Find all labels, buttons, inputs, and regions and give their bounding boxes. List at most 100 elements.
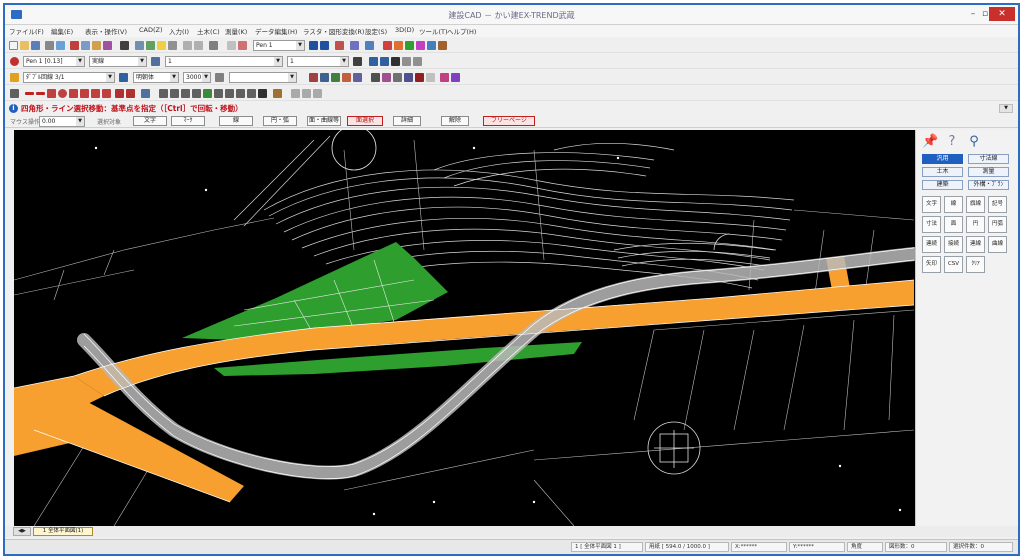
redo-icon[interactable] — [194, 41, 203, 50]
category-survey[interactable]: 測量 — [968, 167, 1009, 177]
favorite-page-button[interactable]: フリーページ — [483, 116, 535, 126]
paste-icon[interactable] — [92, 41, 101, 50]
zoom-icon[interactable] — [135, 41, 144, 50]
category-building[interactable]: 建築 — [922, 180, 963, 190]
tool-multiline[interactable]: 連線 — [966, 236, 985, 253]
filter-text-button[interactable]: 文字 — [133, 116, 167, 126]
face-select-button[interactable]: 面選択 — [347, 116, 383, 126]
text-edit-icon[interactable] — [369, 57, 378, 66]
tool-line[interactable]: 線 — [944, 196, 963, 213]
hatch-draw-icon[interactable] — [115, 89, 124, 98]
menu-edit[interactable]: 編集(E) — [51, 26, 73, 36]
tool-circle[interactable]: 円 — [966, 216, 985, 233]
save-icon[interactable] — [31, 41, 40, 50]
tool-csv[interactable]: CSV — [944, 256, 963, 273]
sheet-nav-button[interactable]: ◀▶ — [13, 527, 31, 536]
table-icon[interactable] — [320, 73, 329, 82]
tool-connect[interactable]: 接続 — [944, 236, 963, 253]
list-icon[interactable] — [393, 73, 402, 82]
print-icon[interactable] — [45, 41, 54, 50]
menu-3d[interactable]: 3D(D) — [395, 26, 414, 34]
menu-civil[interactable]: 土木(C) — [197, 26, 220, 36]
window-icon[interactable] — [365, 41, 374, 50]
property-icon[interactable] — [103, 41, 112, 50]
page-select[interactable]: Pen 1 ▼ — [253, 40, 305, 51]
polyline-icon[interactable] — [36, 92, 45, 95]
redraw-icon[interactable] — [309, 73, 318, 82]
filter-line-button[interactable]: 線 — [219, 116, 253, 126]
dimension-draw-icon[interactable] — [141, 89, 150, 98]
block-icon[interactable] — [342, 73, 351, 82]
menu-data-edit[interactable]: データ編集(H) — [255, 26, 297, 36]
menu-view[interactable]: 表示・操作(V) — [85, 26, 127, 36]
tool-leader[interactable]: 旗線 — [966, 196, 985, 213]
hatch-icon[interactable] — [438, 41, 447, 50]
mirror-icon[interactable] — [440, 73, 449, 82]
curve-line-icon[interactable] — [313, 89, 322, 98]
tree-icon[interactable] — [405, 41, 414, 50]
filter-icon[interactable] — [371, 73, 380, 82]
push-pin-icon[interactable]: 📌 — [922, 134, 938, 150]
delete-icon[interactable] — [258, 89, 267, 98]
menu-help[interactable]: ヘルプ(H) — [447, 26, 476, 36]
break-icon[interactable] — [214, 89, 223, 98]
filter-circle-button[interactable]: 円・弧 — [263, 116, 297, 126]
menu-cad[interactable]: CAD(Z) — [139, 26, 163, 34]
pointer-icon[interactable] — [120, 41, 129, 50]
menu-tools[interactable]: ツール(T) — [419, 26, 448, 36]
tool-clear[interactable]: ｸﾘｱ — [966, 256, 985, 273]
menu-file[interactable]: ファイル(F) — [9, 26, 44, 36]
circle-icon[interactable] — [58, 89, 67, 98]
check-icon[interactable] — [426, 73, 435, 82]
hatch-select[interactable]: ▼ — [229, 72, 297, 83]
cut-icon[interactable] — [70, 41, 79, 50]
filter-mark-button[interactable]: ﾏｰｸ — [171, 116, 205, 126]
arrange-icon[interactable] — [404, 73, 413, 82]
page-add-icon[interactable] — [335, 41, 344, 50]
bulb-icon[interactable] — [157, 41, 166, 50]
mark-icon[interactable] — [394, 41, 403, 50]
category-exterior[interactable]: 外構・ﾌﾟﾗﾝ — [968, 180, 1009, 190]
layer-select[interactable]: 1 ▼ — [165, 56, 283, 67]
chain-line-icon[interactable] — [302, 89, 311, 98]
sheet-tab[interactable]: 1 全体平面図(1) — [33, 527, 93, 536]
eyedropper-icon[interactable] — [353, 57, 362, 66]
tool-arrow[interactable]: 矢印 — [922, 256, 941, 273]
color-icon[interactable] — [416, 41, 425, 50]
font-select[interactable]: 明朝体 ▼ — [133, 72, 179, 83]
line-icon[interactable] — [25, 92, 34, 95]
layer-icon[interactable] — [146, 41, 155, 50]
symbol-draw-icon[interactable] — [126, 89, 135, 98]
rotate-icon[interactable] — [238, 41, 247, 50]
line-style-icon[interactable] — [151, 57, 160, 66]
search-icon[interactable]: ⚲ — [966, 134, 982, 150]
detail-button[interactable]: 詳細 — [393, 116, 421, 126]
category-dimension[interactable]: 寸法線 — [968, 154, 1009, 164]
menu-survey[interactable]: 測量(K) — [225, 26, 247, 36]
spacing-icon[interactable] — [413, 57, 422, 66]
release-button[interactable]: 解除 — [441, 116, 469, 126]
move-icon[interactable] — [159, 89, 168, 98]
edit-icon[interactable] — [227, 41, 236, 50]
fill-icon[interactable] — [451, 73, 460, 82]
trim-icon[interactable] — [415, 73, 424, 82]
size-select[interactable]: 3000 ▼ — [183, 72, 211, 83]
chamfer-icon[interactable] — [236, 89, 245, 98]
arrow-icon[interactable] — [102, 89, 111, 98]
font-icon[interactable] — [391, 57, 400, 66]
tool-arc[interactable]: 円弧 — [988, 216, 1007, 233]
arc-icon[interactable] — [69, 89, 78, 98]
filter-area-button[interactable]: 面・曲線等 — [307, 116, 341, 126]
open-folder-icon[interactable] — [20, 41, 29, 50]
category-general[interactable]: 汎用 — [922, 154, 963, 164]
tool-symbol[interactable]: 記号 — [988, 196, 1007, 213]
drawing-canvas[interactable] — [14, 130, 915, 526]
fillet-icon[interactable] — [225, 89, 234, 98]
tool-continuous[interactable]: 連続 — [922, 236, 941, 253]
layout-icon[interactable] — [350, 41, 359, 50]
dashed-line-icon[interactable] — [291, 89, 300, 98]
image-icon[interactable] — [331, 73, 340, 82]
tool-curve[interactable]: 曲線 — [988, 236, 1007, 253]
pen-select[interactable]: Pen 1 [0.13] ▼ — [23, 56, 85, 67]
align-icon[interactable] — [402, 57, 411, 66]
